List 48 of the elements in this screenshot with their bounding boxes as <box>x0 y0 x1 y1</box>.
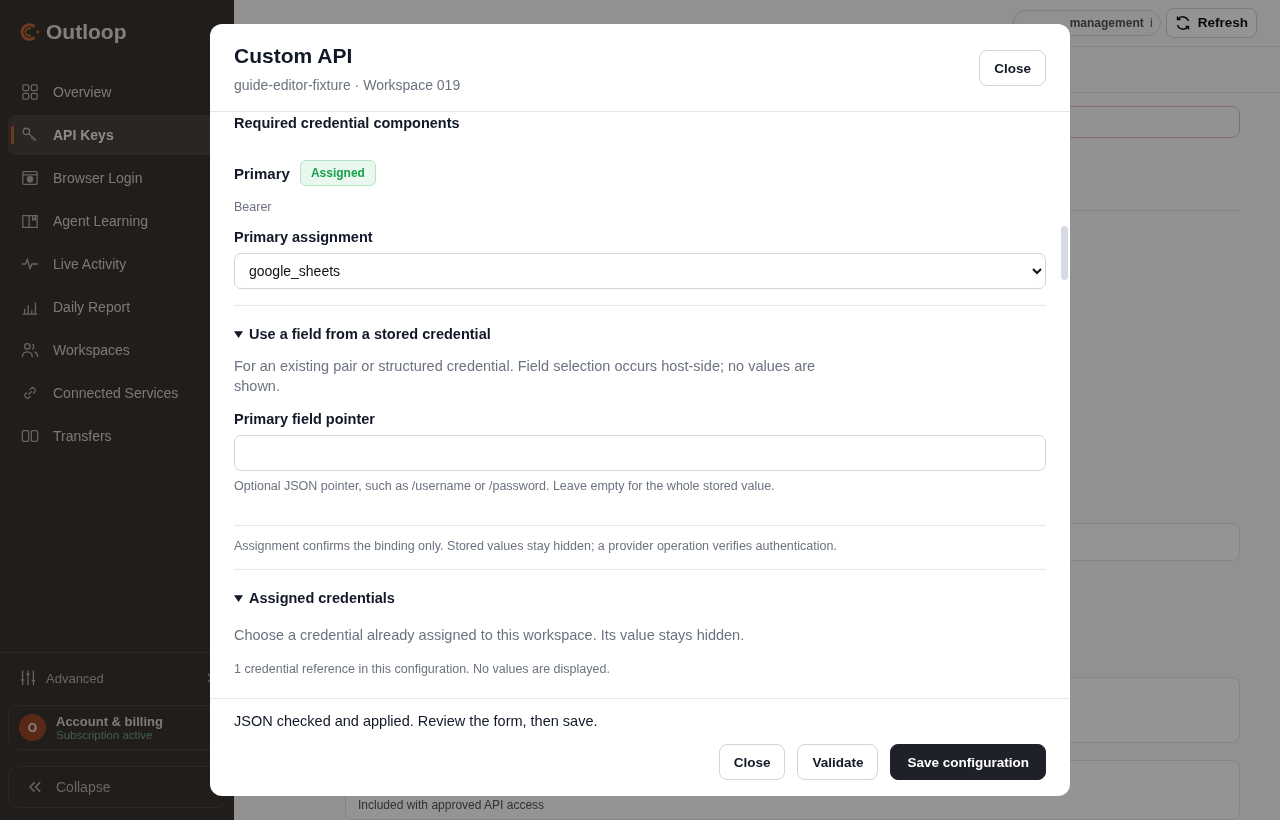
sidebar-item[interactable]: Daily Report <box>8 286 234 327</box>
secondary-button[interactable]: Validate <box>797 744 879 780</box>
status-badge: Assigned <box>299 160 376 186</box>
disclosure-toggle[interactable]: Use a field from a stored credential <box>234 326 491 342</box>
dialog-subtitle: guide-editor-fixture · Workspace 019 <box>234 77 461 93</box>
hint-text: Optional JSON pointer, such as /username or /password. Leave empty for the whole stored value. <box>234 479 776 493</box>
triangle-icon <box>234 593 243 603</box>
description-text: For an existing pair or structured credential. Field selection occurs host-side; no values are shown. <box>234 357 817 396</box>
save-button[interactable]: Save configuration <box>890 744 1046 780</box>
account-title: Account & billing <box>56 714 163 729</box>
dialog-title: Custom API <box>234 44 354 68</box>
refresh-icon <box>1174 14 1191 31</box>
sidebar-item[interactable]: Live Activity <box>8 243 234 284</box>
avatar: O <box>19 714 46 741</box>
browser-window-icon <box>21 168 39 187</box>
secondary-button[interactable]: Close <box>718 744 786 780</box>
sidebar-item[interactable]: Transfers <box>8 415 234 456</box>
sliders-icon <box>19 669 37 687</box>
count-text: 1 credential reference in this configuration. No values are displayed. <box>234 662 611 676</box>
credential-type: Bearer <box>234 200 272 214</box>
sidebar-item[interactable]: Browser Login <box>8 157 234 198</box>
field-label: Primary assignment <box>234 229 374 245</box>
key-icon <box>21 125 39 144</box>
logo-icon <box>18 21 40 43</box>
assignment-select[interactable]: google_sheets <box>234 253 1046 289</box>
triangle-icon <box>234 329 243 339</box>
description-text: Choose a credential already assigned to this workspace. Its value stays hidden. <box>234 626 746 645</box>
advanced-menu-item[interactable]: Advanced <box>8 667 226 689</box>
grid-icon <box>21 82 39 101</box>
card-text: Included with approved API access <box>358 798 545 812</box>
section-title: Required credential components <box>234 115 461 131</box>
status-message: JSON checked and applied. Review the form, then save. <box>234 713 599 729</box>
sidebar-item[interactable]: Agent Learning <box>8 200 234 241</box>
close-button[interactable]: Close <box>979 50 1046 86</box>
note-text: Assignment confirms the binding only. Stored values stay hidden; a provider operation verifies authentication. <box>234 539 838 553</box>
people-icon <box>21 340 39 359</box>
refresh-button[interactable]: Refresh <box>1165 7 1257 38</box>
pointer-input[interactable] <box>234 435 1046 471</box>
component-name: Primary <box>234 164 290 182</box>
scrollbar-thumb[interactable] <box>1061 226 1068 280</box>
field-label: Primary field pointer <box>234 411 376 427</box>
double-chevron-left-icon <box>29 781 42 793</box>
sidebar-item[interactable]: Overview <box>8 71 234 112</box>
subscription-status: Subscription active <box>56 729 154 741</box>
disclosure-toggle[interactable]: Assigned credentials <box>234 590 395 606</box>
sidebar-item[interactable]: Connected Services <box>8 372 234 413</box>
sidebar-item[interactable]: Workspaces <box>8 329 234 370</box>
brand-name: Outloop <box>46 20 127 44</box>
